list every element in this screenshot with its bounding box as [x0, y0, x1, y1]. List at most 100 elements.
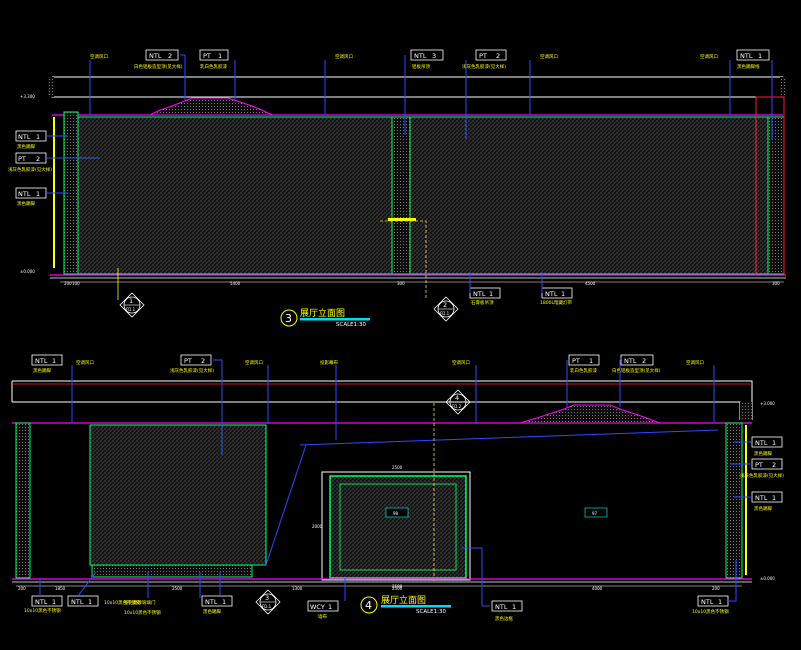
detail-sheet: FD.1 [440, 311, 450, 316]
title-underline [300, 318, 370, 321]
tag-code: NTL [18, 190, 31, 198]
tag-num: 2 [642, 357, 646, 365]
stepped-ceiling-feature [519, 404, 661, 424]
tag-note: 墙布 [318, 613, 327, 620]
dim-text-1: 200 [18, 586, 26, 591]
detail-sheet: FD.1 [126, 307, 136, 312]
title-text: 展厅立面图 [300, 307, 345, 319]
right-tag-1: NTL 1 黑色踢脚 [751, 436, 783, 457]
title-number: 3 [285, 312, 292, 325]
tag-code: NTL [473, 290, 486, 298]
title-text: 展厅立面图 [381, 594, 426, 606]
dim-text-3: 2500 [172, 586, 183, 591]
tag-code: NTL [624, 357, 637, 365]
bottom-tag-1: NTL 1 10x10黑色不锈钢 [24, 595, 63, 614]
top-tag-3: NTL 3 铝板吊顶 [410, 49, 444, 70]
title-number: 4 [365, 599, 372, 612]
slab-left-hatch [48, 77, 54, 97]
tag-note: 10x10黑色不锈钢 [24, 607, 61, 614]
column-left [15, 422, 31, 579]
wall-panel-right [409, 116, 769, 275]
tag-code: PT [184, 357, 192, 365]
bottom-note-1: 钢化磨砂玻璃门 [124, 599, 156, 606]
title-underline [381, 605, 451, 608]
frame-dim-side: 2000 [312, 524, 323, 529]
screen-label-2: 97 [592, 511, 598, 516]
bottom-tag-2: NTL 1 1800L暗藏灯带 [540, 287, 572, 306]
right-tag-3: NTL 1 黑色踢脚 [751, 491, 783, 512]
elevation-3-title: 3 展厅立面图 SCALE1:30 [280, 307, 370, 328]
tag-code: NTL [205, 598, 218, 606]
elevation-4-title: 4 展厅立面图 SCALE1:30 [360, 594, 451, 615]
tag-note: 浅灰色乳胶漆(见大样) [740, 472, 784, 479]
tag-num: 2 [36, 155, 40, 163]
bottom-tag-3: NTL 1 黑色踢脚 [201, 595, 233, 615]
detail-marker-4[interactable]: 4 FD.2 [445, 389, 471, 415]
bench [91, 564, 253, 578]
left-tag-3: NTL 1 黑色踢脚 [15, 187, 47, 207]
bottom-tag-1: NTL 1 石膏板吊顶 [469, 287, 501, 306]
detail-sheet: FD.1 [262, 604, 272, 609]
elevation-3: 200 100 5400 300 4500 300 +3.300 ±0.000 … [8, 49, 786, 328]
level-top: +3.300 [20, 94, 35, 99]
detail-marker-2[interactable]: 2 FD.1 [433, 296, 459, 322]
detail-num: 3 [265, 594, 269, 602]
tag-note: 白色铝板造型顶(见大样) [134, 63, 183, 70]
detail-marker-3[interactable]: 3 FD.1 [255, 589, 281, 615]
tag-num: 1 [718, 598, 722, 606]
left-tag-1: NTL 1 黑色踢脚 [15, 130, 47, 150]
tag-code: PT [755, 461, 763, 469]
detail-num: 2 [443, 301, 447, 309]
tag-num: 1 [36, 133, 40, 141]
bottom-tag-4: WCY 1 墙布 [307, 600, 339, 620]
bottom-tag-6: NTL 1 10x10黑色不锈钢 [692, 595, 729, 615]
tag-code: NTL [755, 439, 768, 447]
dim-text-3: 5400 [230, 281, 241, 286]
tag-code: NTL [18, 133, 31, 141]
tag-note: 黑色踢脚 [17, 200, 35, 207]
slab-right-hatch [740, 402, 752, 420]
dim-text-2: 1850 [55, 586, 66, 591]
title-scale: SCALE1:30 [336, 322, 366, 328]
tag-num: 3 [432, 52, 436, 60]
tag-num: 1 [512, 603, 516, 611]
frame-dim-top: 2500 [392, 465, 403, 470]
top-tag-4: NTL 2 白色铝板造型顶(见大样) [612, 354, 661, 374]
detail-num: 1 [129, 297, 133, 305]
top-note-1: 空调风口 [90, 53, 108, 60]
tag-note: 黑色踢脚线 [737, 63, 760, 70]
tag-num: 2 [168, 52, 172, 60]
tag-note: 黑色边框 [495, 615, 513, 622]
level-base: ±0.000 [760, 576, 775, 581]
elevation-drawing: 200 100 5400 300 4500 300 +3.300 ±0.000 … [8, 49, 786, 622]
top-note-3: 投影幕布 [320, 359, 338, 366]
tag-code: PT [18, 155, 26, 163]
dim-text-1: 200 [64, 281, 72, 286]
tag-note: 1800L暗藏灯带 [540, 299, 572, 306]
tag-num: 1 [772, 494, 776, 502]
tag-code: PT [203, 52, 211, 60]
dim-text-6: 300 [772, 281, 780, 286]
tag-note: 乳白色乳胶漆 [200, 63, 227, 70]
top-note-1: 空调风口 [76, 359, 94, 366]
top-tag-4: PT 2 浅灰色乳胶漆(见大样) [462, 49, 507, 70]
tag-code: NTL [414, 52, 427, 60]
slab-outline-top [51, 76, 784, 98]
slab-outline-top [11, 380, 753, 420]
top-tag-2: PT 2 浅灰色乳胶漆(见大样) [170, 354, 214, 374]
dim-text-4: 300 [397, 281, 405, 286]
tag-code: NTL [701, 598, 714, 606]
tag-note: 浅灰色乳胶漆(见大样) [170, 367, 214, 374]
tag-num: 2 [201, 357, 205, 365]
tag-code: NTL [755, 494, 768, 502]
dim-text-5: 4500 [585, 281, 596, 286]
elevation-4: 98 97 2500 2500 2000 200 1850 2500 1300 … [11, 354, 784, 622]
top-tag-1: NTL 2 白色铝板造型顶(见大样) [134, 49, 183, 70]
tag-num: 1 [758, 52, 762, 60]
top-note-2: 空调风口 [245, 359, 263, 366]
column-middle [391, 116, 411, 275]
column-right [725, 422, 743, 579]
title-scale: SCALE1:30 [416, 609, 446, 615]
wall-panel-left [77, 116, 393, 275]
screen-label-1: 98 [393, 511, 399, 516]
